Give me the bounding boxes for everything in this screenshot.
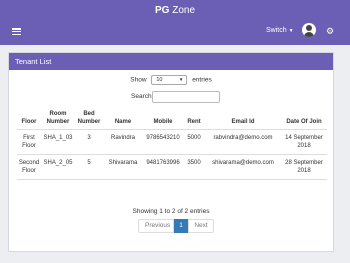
tenant-list-panel: Tenant List Show 10 ▼ entries Search: Fl… [8, 52, 334, 252]
table-row: First Floor SHA_1_03 3 Ravindra 97865432… [17, 129, 327, 155]
cell-floor: Second Floor [17, 154, 41, 180]
search-input[interactable] [152, 91, 220, 103]
previous-button[interactable]: Previous [138, 219, 174, 233]
panel-title: Tenant List [9, 53, 333, 70]
page-1-button[interactable]: 1 [174, 219, 188, 233]
entries-value: 10 [156, 77, 163, 83]
col-mobile[interactable]: Mobile [143, 109, 183, 130]
cell-name: Ravindra [103, 129, 143, 155]
tenant-table: Floor Room Number Bed Number Name Mobile… [17, 109, 327, 180]
col-floor[interactable]: Floor [17, 109, 41, 130]
pagination: Previous 1 Next [138, 219, 214, 233]
entries-select[interactable]: 10 ▼ [151, 75, 188, 85]
user-avatar-icon[interactable] [302, 23, 316, 37]
cell-bed-number: 5 [75, 154, 103, 180]
table-header-row: Floor Room Number Bed Number Name Mobile… [17, 109, 327, 130]
cell-bed-number: 3 [75, 129, 103, 155]
col-bed-number[interactable]: Bed Number [75, 109, 103, 130]
show-label: Show [130, 76, 147, 84]
cell-rent: 3500 [183, 154, 205, 180]
cell-room-number: SHA_1_03 [41, 129, 75, 155]
cell-rent: 5000 [183, 129, 205, 155]
table-info: Showing 1 to 2 of 2 entries [132, 208, 210, 215]
col-date-of-join[interactable]: Date Of Join [281, 109, 327, 130]
cell-mobile: 9481763996 [143, 154, 183, 180]
brand-bold: PG [154, 5, 170, 16]
app-brand: PG Zone [0, 5, 350, 16]
entries-label: entries [192, 76, 212, 84]
search-label: Search: [131, 93, 154, 100]
gears-icon[interactable]: ⚙ [326, 27, 334, 36]
col-rent[interactable]: Rent [183, 109, 205, 130]
cell-date-of-join: 28 September 2018 [281, 154, 327, 180]
col-name[interactable]: Name [103, 109, 143, 130]
cell-mobile: 9786543210 [143, 129, 183, 155]
cell-email: rabvindra@demo.com [205, 129, 281, 155]
cell-email: shivarama@demo.com [205, 154, 281, 180]
cell-floor: First Floor [17, 129, 41, 155]
entries-length-control: Show 10 ▼ entries [9, 75, 333, 85]
cell-name: Shivarama [103, 154, 143, 180]
table-row: Second Floor SHA_2_05 5 Shivarama 948176… [17, 154, 327, 180]
cell-date-of-join: 14 September 2018 [281, 129, 327, 155]
caret-down-icon: ▼ [288, 28, 294, 34]
switch-label: Switch [266, 27, 287, 34]
brand-rest: Zone [169, 5, 196, 16]
next-button[interactable]: Next [188, 219, 214, 233]
col-email[interactable]: Email Id [205, 109, 281, 130]
cell-room-number: SHA_2_05 [41, 154, 75, 180]
switch-dropdown[interactable]: Switch ▼ [266, 27, 294, 34]
col-room-number[interactable]: Room Number [41, 109, 75, 130]
select-arrow-icon: ▼ [178, 77, 184, 82]
hamburger-icon[interactable] [12, 28, 21, 35]
top-navbar: PG Zone Switch ▼ ⚙ [0, 0, 350, 45]
